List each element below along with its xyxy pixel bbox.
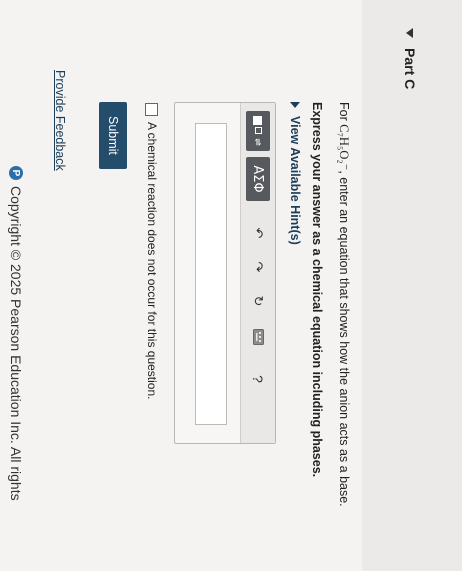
redo-icon: ↷ xyxy=(251,261,266,273)
reset-button[interactable]: ↻ xyxy=(246,289,270,313)
question-prefix: For xyxy=(337,102,351,125)
no-reaction-label: A chemical reaction does not occur for t… xyxy=(145,122,159,400)
screen: Part C For C₇H₅O₂⁻, enter an equation th… xyxy=(0,0,462,571)
caret-right-icon xyxy=(290,102,300,108)
question-text: For C₇H₅O₂⁻, enter an equation that show… xyxy=(336,102,352,542)
templates-icon: ⇌ xyxy=(253,116,264,146)
keyboard-icon xyxy=(251,329,266,345)
copyright-text: Copyright © 2025 Pearson Education Inc. … xyxy=(8,186,24,501)
caret-down-icon xyxy=(406,28,414,38)
redo-button[interactable]: ↷ xyxy=(246,255,270,279)
no-reaction-option[interactable]: A chemical reaction does not occur for t… xyxy=(145,103,159,399)
submit-button[interactable]: Submit xyxy=(99,102,127,169)
keyboard-shortcuts-button[interactable] xyxy=(246,325,270,349)
question-suffix: , enter an equation that shows how the a… xyxy=(337,170,351,507)
view-hints-link[interactable]: View Available Hint(s) xyxy=(288,102,302,245)
no-reaction-checkbox[interactable] xyxy=(145,103,159,116)
part-toggle[interactable]: Part C xyxy=(402,28,418,89)
reset-icon: ↻ xyxy=(251,295,266,307)
copyright-footer: P Copyright © 2025 Pearson Education Inc… xyxy=(8,166,24,501)
greek-symbols-button[interactable]: ΑΣΦ xyxy=(246,157,270,201)
part-label: Part C xyxy=(402,48,418,90)
pearson-logo-icon: P xyxy=(9,166,23,180)
answer-instruction: Express your answer as a chemical equati… xyxy=(310,102,324,478)
provide-feedback-link[interactable]: Provide Feedback xyxy=(53,70,67,171)
answer-input[interactable] xyxy=(195,123,227,425)
equation-editor: ⇌ ΑΣΦ ↶ ↷ ↻ ? A chemical reaction does n… xyxy=(145,102,276,444)
help-button[interactable]: ? xyxy=(246,367,270,391)
editor-toolbar: ⇌ ΑΣΦ ↶ ↷ ↻ ? xyxy=(240,103,275,443)
undo-icon: ↶ xyxy=(251,227,266,239)
hints-label: View Available Hint(s) xyxy=(288,116,302,245)
part-header: Part C xyxy=(362,0,462,571)
undo-button[interactable]: ↶ xyxy=(246,221,270,245)
templates-button[interactable]: ⇌ xyxy=(246,111,270,151)
anion-formula: C₇H₅O₂⁻ xyxy=(337,124,351,171)
